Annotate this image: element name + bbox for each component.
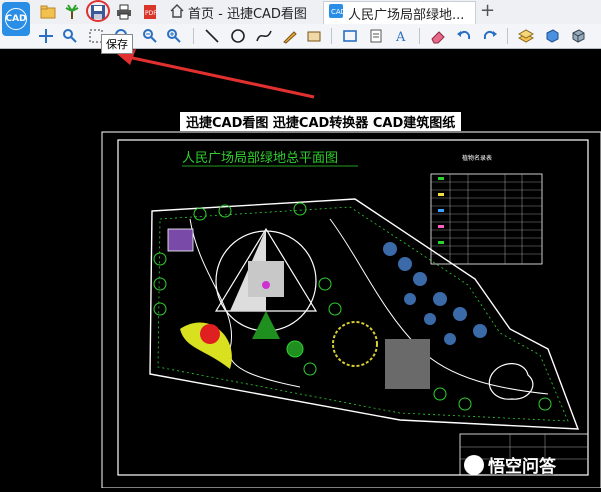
tree-circle <box>286 340 304 358</box>
watermark-icon <box>464 454 484 475</box>
cube-icon[interactable] <box>542 26 562 46</box>
view3d-icon[interactable] <box>568 26 588 46</box>
rect-icon[interactable] <box>340 26 360 46</box>
sheet-outer-frame <box>101 131 601 489</box>
svg-text:PDF: PDF <box>145 10 157 17</box>
purple-pavilion <box>167 228 194 252</box>
spline-icon[interactable] <box>254 26 274 46</box>
home-icon <box>170 3 184 22</box>
plan-title: 人民广场局部绿地总平面图 <box>182 151 338 166</box>
print-icon[interactable] <box>114 2 134 22</box>
plant-icon[interactable] <box>62 2 82 22</box>
watermark: 悟空问答 <box>464 452 556 477</box>
drawing-canvas[interactable]: 人民广场局部绿地总平面图 植物名录表 迅捷CAD看图 迅捷CAD转换器 CAD建… <box>0 49 601 489</box>
save-highlight-circle <box>86 0 110 22</box>
line-icon[interactable] <box>202 26 222 46</box>
zoom-in-icon[interactable] <box>140 26 160 46</box>
layer-icon[interactable] <box>366 26 386 46</box>
zoom-window-icon[interactable] <box>60 26 80 46</box>
open-icon[interactable] <box>38 2 58 22</box>
tab-home[interactable]: 首页 - 迅捷CAD看图 <box>166 1 318 24</box>
toolbar-separator <box>193 28 194 44</box>
eraser-icon[interactable] <box>428 26 448 46</box>
tab-drawing-label: 人民广场局部绿地... <box>348 7 465 23</box>
plant-legend-table: 植物名录表 <box>430 154 543 265</box>
toolbar-separator <box>507 28 508 44</box>
app-logo[interactable]: CAD <box>2 2 30 36</box>
pan-icon[interactable] <box>36 26 56 46</box>
text-icon[interactable]: A <box>392 26 412 46</box>
redo-icon[interactable] <box>480 26 500 46</box>
site-hedge <box>157 206 569 422</box>
svg-text:A: A <box>395 30 406 44</box>
blue-tree-group <box>383 242 487 345</box>
circle-icon[interactable] <box>228 26 248 46</box>
round-flowerbed <box>332 321 378 367</box>
site-boundary <box>149 198 580 430</box>
red-flowerbed <box>200 324 220 344</box>
tab-drawing[interactable]: CAD 人民广场局部绿地... <box>323 1 476 24</box>
central-plaza <box>214 227 318 339</box>
new-tab-button[interactable]: + <box>480 0 495 21</box>
sheet-inner-frame <box>117 139 589 476</box>
toolbar: A <box>0 24 601 49</box>
toolbar-separator <box>419 28 420 44</box>
pdf-icon[interactable]: PDF <box>140 2 160 22</box>
text-edit-icon[interactable] <box>304 26 324 46</box>
green-tree-group <box>153 202 552 411</box>
undo-icon[interactable] <box>454 26 474 46</box>
svg-text:CAD: CAD <box>331 8 344 16</box>
app-logo-text: CAD <box>5 8 27 30</box>
toolbar-separator <box>331 28 332 44</box>
layers-icon[interactable] <box>516 26 536 46</box>
save-tooltip: 保存 <box>101 34 133 54</box>
gravel-area <box>385 339 430 389</box>
annotation-arrow <box>116 49 315 99</box>
drawing-file-icon: CAD <box>328 3 346 23</box>
garden-path <box>329 218 549 395</box>
zoom-out-icon[interactable] <box>164 26 184 46</box>
drawing-heading: 迅捷CAD看图 迅捷CAD转换器 CAD建筑图纸 <box>180 112 462 131</box>
legend-title: 植物名录表 <box>462 154 492 162</box>
tab-home-label: 首页 - 迅捷CAD看图 <box>188 7 307 22</box>
pond <box>488 363 534 400</box>
pen-icon[interactable] <box>280 26 300 46</box>
watermark-text: 悟空问答 <box>488 457 556 477</box>
